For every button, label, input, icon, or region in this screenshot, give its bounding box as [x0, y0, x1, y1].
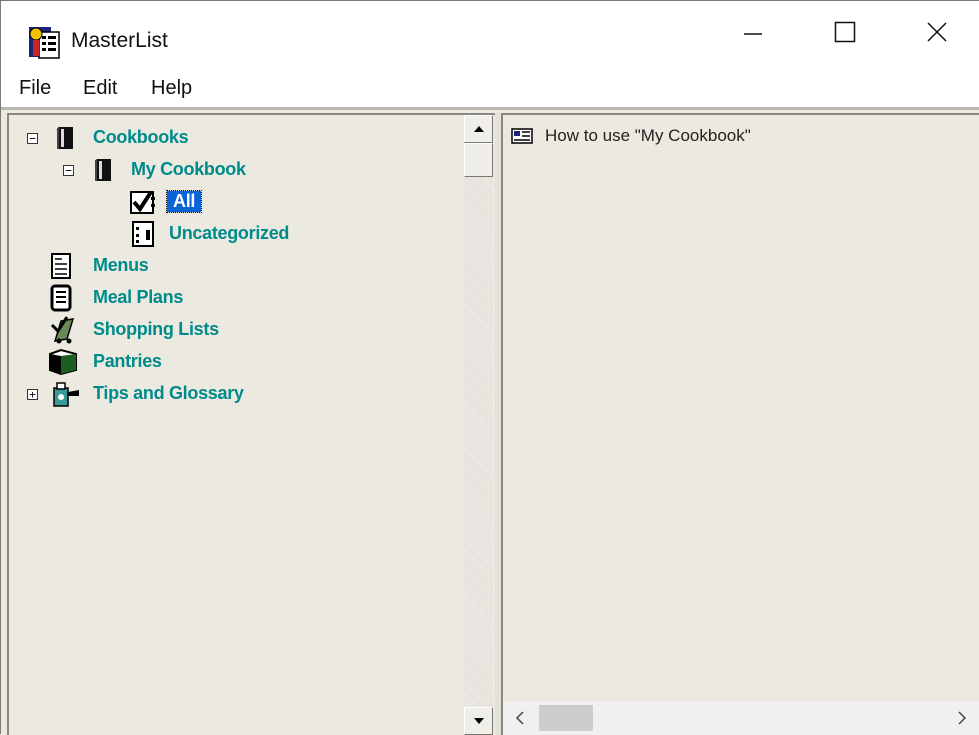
tree-node-my-cookbook[interactable]: − My Cookbook [9, 155, 449, 185]
arrow-up-icon [473, 126, 484, 132]
menu-file[interactable]: File [19, 77, 51, 100]
meal-plan-icon [50, 284, 72, 312]
list-item-label: How to use "My Cookbook" [545, 126, 751, 145]
close-button[interactable] [891, 1, 979, 63]
tree-node-tips-and-glossary[interactable]: + Tips and Glossary [9, 379, 449, 409]
tree-node-label: Menus [93, 255, 149, 275]
menu-bar: File Edit Help [1, 63, 979, 107]
tree-node-label: Meal Plans [93, 287, 184, 307]
scroll-right-button[interactable] [945, 701, 979, 735]
app-window: MasterList File Edit Help − Cookbooks − … [0, 0, 979, 735]
chevron-left-icon [515, 711, 524, 725]
scroll-thumb[interactable] [539, 705, 593, 731]
tree-pane: − Cookbooks − My Cookbook All Uncategori… [7, 113, 495, 735]
close-icon [927, 22, 947, 42]
pantry-icon [49, 348, 77, 376]
document-icon [511, 128, 533, 144]
arrow-down-icon [473, 718, 484, 724]
tips-icon [53, 382, 79, 407]
vertical-scrollbar[interactable] [464, 115, 493, 735]
maximize-icon [834, 21, 856, 43]
tree-node-pantries[interactable]: Pantries [9, 347, 449, 377]
collapse-icon[interactable]: − [63, 165, 74, 176]
notebook-icon [132, 221, 154, 247]
tree-node-uncategorized[interactable]: Uncategorized [9, 219, 449, 249]
tree-node-cookbooks[interactable]: − Cookbooks [9, 123, 449, 153]
menu-help[interactable]: Help [151, 77, 192, 100]
client-area: − Cookbooks − My Cookbook All Uncategori… [1, 107, 979, 735]
tree-node-label: Shopping Lists [93, 319, 219, 339]
content-pane: How to use "My Cookbook" [501, 113, 979, 735]
tree-node-label: Tips and Glossary [93, 383, 244, 403]
scroll-down-button[interactable] [464, 707, 493, 735]
maximize-button[interactable] [799, 1, 891, 63]
minimize-icon [744, 33, 762, 35]
tree-node-menus[interactable]: Menus [9, 251, 449, 281]
tree-view[interactable]: − Cookbooks − My Cookbook All Uncategori… [9, 115, 464, 735]
menu-edit[interactable]: Edit [83, 77, 117, 100]
tree-node-label: All [165, 190, 203, 213]
list-item[interactable]: How to use "My Cookbook" [511, 123, 751, 149]
scroll-up-button[interactable] [464, 115, 493, 143]
tree-node-shopping-lists[interactable]: Shopping Lists [9, 315, 449, 345]
window-title: MasterList [71, 29, 168, 52]
tree-node-label: Pantries [93, 351, 162, 371]
minimize-button[interactable] [707, 1, 799, 63]
shopping-list-icon [50, 316, 75, 344]
title-bar[interactable]: MasterList [1, 1, 979, 63]
collapse-icon[interactable]: − [27, 133, 38, 144]
horizontal-scrollbar[interactable] [503, 701, 979, 735]
checklist-icon [130, 190, 155, 214]
tree-node-label: Uncategorized [169, 223, 290, 243]
book-icon [56, 127, 73, 149]
tree-node-meal-plans[interactable]: Meal Plans [9, 283, 449, 313]
divider [1, 107, 979, 110]
menu-card-icon [51, 253, 71, 279]
scroll-left-button[interactable] [503, 701, 537, 735]
book-icon [94, 159, 111, 181]
tree-node-all[interactable]: All [9, 187, 449, 217]
masterlist-app-icon [29, 27, 60, 59]
expand-icon[interactable]: + [27, 389, 38, 400]
chevron-right-icon [958, 711, 967, 725]
tree-node-label: My Cookbook [131, 159, 246, 179]
scroll-thumb[interactable] [464, 143, 493, 177]
tree-node-label: Cookbooks [93, 127, 189, 147]
